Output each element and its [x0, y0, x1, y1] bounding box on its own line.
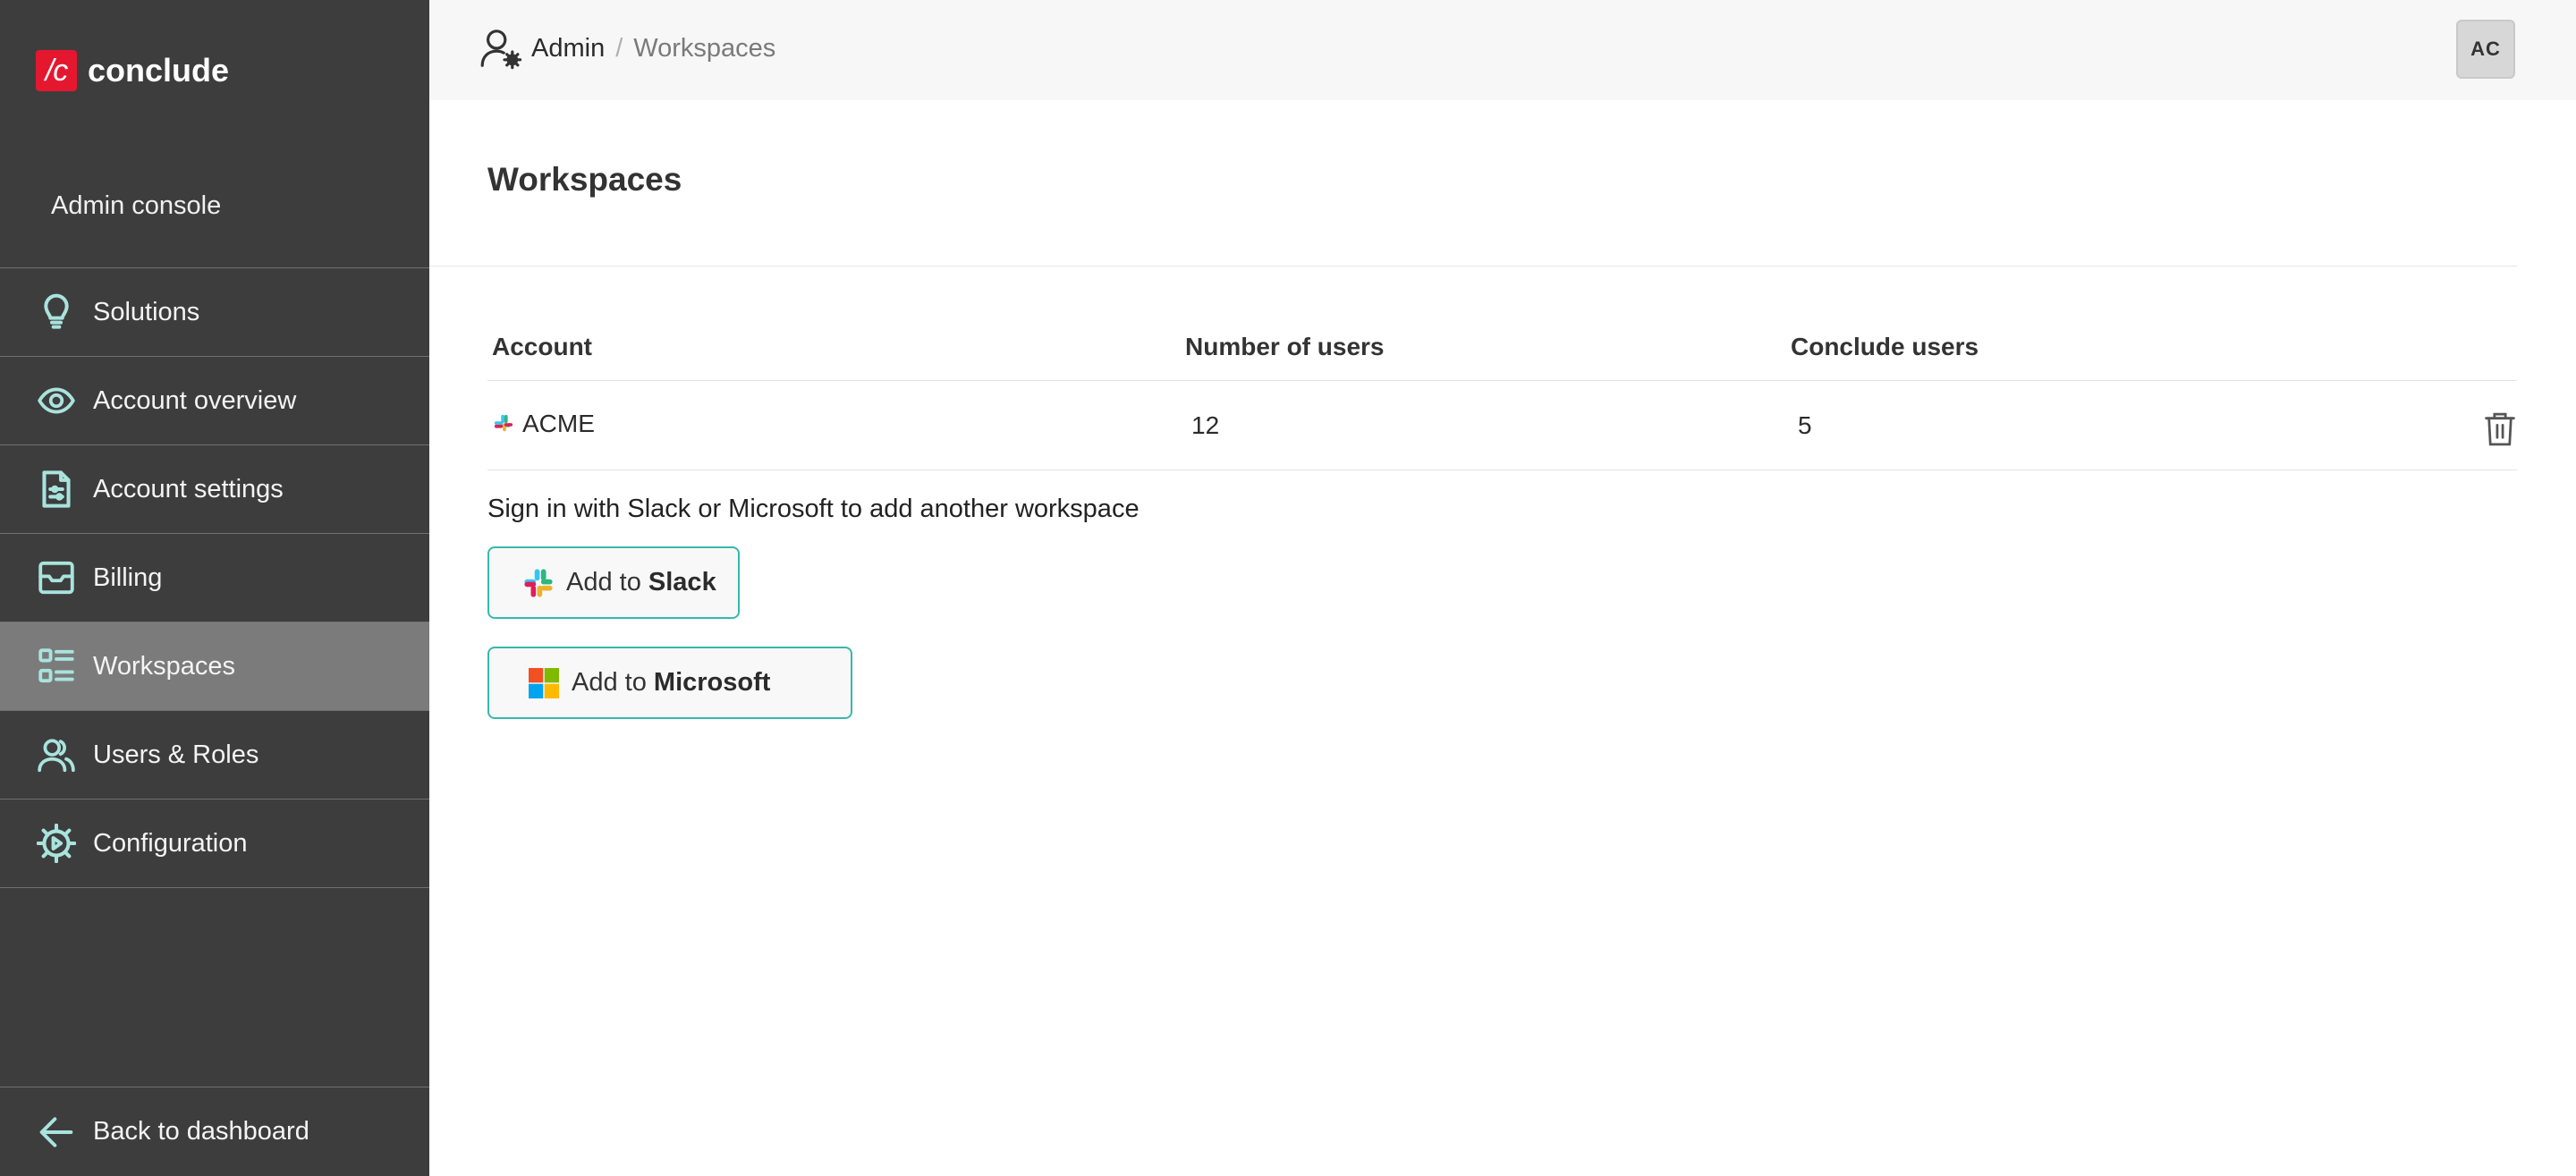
breadcrumb-current: Workspaces	[633, 33, 776, 63]
console-title: Admin console	[51, 191, 222, 220]
sidebar-item-label: Workspaces	[93, 651, 236, 681]
column-header-conclude-users: Conclude users	[1791, 333, 1979, 360]
add-to-microsoft-button[interactable]: Add to Microsoft	[487, 647, 852, 719]
gear-icon	[36, 823, 77, 864]
divider	[429, 266, 2517, 267]
sidebar-item-label: Solutions	[93, 297, 200, 326]
sidebar-item-account-settings[interactable]: Account settings	[0, 445, 429, 534]
users-icon	[36, 734, 77, 775]
sidebar-item-label: Billing	[93, 563, 163, 592]
logo[interactable]: /c conclude	[36, 50, 229, 91]
document-settings-icon	[36, 469, 77, 510]
list-icon	[36, 646, 77, 687]
slack-icon	[523, 568, 554, 598]
back-label: Back to dashboard	[93, 1117, 309, 1146]
sidebar-item-label: Configuration	[93, 828, 248, 858]
slack-icon	[494, 414, 513, 432]
column-header-number-of-users: Number of users	[1185, 333, 1385, 360]
logo-text: conclude	[88, 52, 230, 89]
breadcrumb-admin-link[interactable]: Admin	[531, 34, 605, 63]
arrow-left-icon	[36, 1112, 77, 1153]
eye-icon	[36, 380, 77, 421]
envelope-icon	[36, 557, 77, 598]
avatar[interactable]: AC	[2456, 20, 2515, 79]
sidebar-item-label: Account overview	[93, 385, 297, 415]
breadcrumb: Admin / Workspaces	[479, 27, 775, 70]
sidebar-item-configuration[interactable]: Configuration	[0, 800, 429, 888]
top-header: Admin / Workspaces AC	[429, 0, 2576, 100]
conclude-users-cell: 5	[1798, 411, 1812, 439]
add-to-microsoft-brand: Microsoft	[653, 668, 771, 697]
sidebar-nav: Solutions Account overview Account setti…	[0, 267, 429, 888]
sidebar-item-users-roles[interactable]: Users & Roles	[0, 711, 429, 800]
column-header-account: Account	[492, 333, 592, 360]
add-to-microsoft-prefix: Add to	[572, 668, 654, 697]
logo-mark: /c	[36, 50, 77, 91]
admin-user-icon	[480, 30, 522, 70]
page-title: Workspaces	[487, 161, 682, 198]
lightbulb-icon	[36, 292, 77, 333]
workspaces-table: Account Number of users Conclude users A…	[487, 313, 2517, 470]
sidebar: /c conclude Admin console Solutions Acco…	[0, 0, 429, 1176]
signin-instructions: Sign in with Slack or Microsoft to add a…	[487, 495, 1140, 523]
breadcrumb-separator: /	[615, 33, 623, 63]
sidebar-item-label: Account settings	[93, 474, 284, 503]
account-name: ACME	[522, 410, 595, 437]
microsoft-icon	[529, 667, 559, 698]
table-header-row: Account Number of users Conclude users	[487, 313, 2517, 381]
number-of-users-cell: 12	[1191, 411, 1220, 439]
sidebar-item-solutions[interactable]: Solutions	[0, 268, 429, 357]
account-cell: ACME	[494, 410, 595, 438]
sidebar-item-billing[interactable]: Billing	[0, 534, 429, 622]
back-to-dashboard-link[interactable]: Back to dashboard	[0, 1087, 429, 1176]
add-to-slack-button[interactable]: Add to Slack	[487, 546, 740, 619]
trash-icon[interactable]	[2483, 411, 2517, 447]
sidebar-item-workspaces[interactable]: Workspaces	[0, 622, 429, 711]
table-row[interactable]: ACME 12 5	[487, 381, 2517, 470]
add-to-slack-prefix: Add to	[566, 568, 648, 596]
add-to-slack-brand: Slack	[648, 568, 716, 596]
sidebar-item-label: Users & Roles	[93, 740, 259, 769]
sidebar-item-account-overview[interactable]: Account overview	[0, 357, 429, 445]
